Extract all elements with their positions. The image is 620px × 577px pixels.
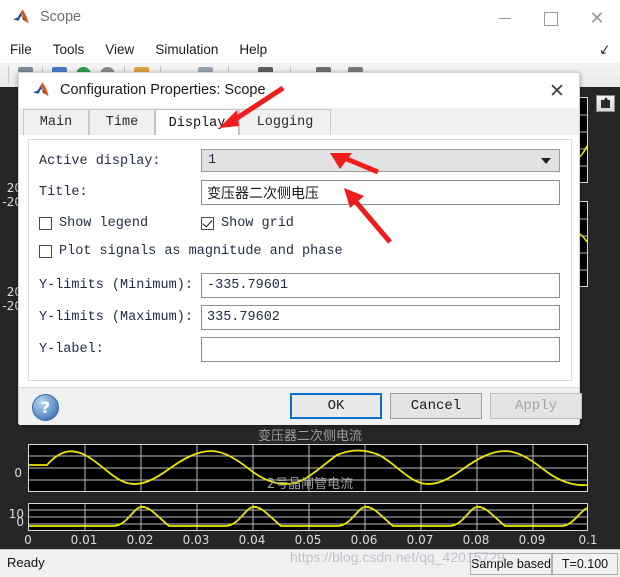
plot-magnitude-checkbox-row[interactable]: Plot signals as magnitude and phase bbox=[39, 244, 343, 259]
scope-panel-4-axes[interactable] bbox=[28, 503, 588, 531]
scope-panel-4-ytick-zero: 0 bbox=[16, 515, 24, 529]
window-title-group: Scope bbox=[12, 8, 81, 27]
show-grid-checkbox-row[interactable]: Show grid bbox=[201, 216, 294, 231]
menubar: File Tools View Simulation Help ↘ bbox=[0, 37, 620, 63]
dialog-footer: ? OK Cancel Apply bbox=[19, 387, 582, 425]
active-display-label: Active display: bbox=[39, 154, 161, 169]
dialog-tabstrip: Main Time Display Logging bbox=[19, 108, 579, 136]
scope-xaxis-ticks: 0 0.01 0.02 0.03 0.04 0.05 0.06 0.07 0.0… bbox=[0, 533, 620, 549]
xtick-9: 0.09 bbox=[518, 533, 546, 547]
ylimit-max-input[interactable]: 335.79602 bbox=[201, 305, 560, 330]
watermark-text: https://blog.csdn.net/qq_42015729 bbox=[290, 549, 505, 565]
xtick-6: 0.06 bbox=[350, 533, 378, 547]
apply-button[interactable]: Apply bbox=[490, 393, 582, 419]
matlab-logo-icon bbox=[32, 81, 51, 100]
dialog-body: Active display: 1 Title: 变压器二次侧电压 Show l… bbox=[19, 135, 579, 387]
menu-simulation[interactable]: Simulation bbox=[154, 37, 219, 63]
ylabel-input[interactable] bbox=[201, 337, 560, 362]
xtick-7: 0.07 bbox=[406, 533, 434, 547]
display-settings-group: Active display: 1 Title: 变压器二次侧电压 Show l… bbox=[28, 139, 572, 381]
ylimit-max-label: Y-limits (Maximum): bbox=[39, 310, 193, 325]
window-title: Scope bbox=[40, 9, 82, 25]
active-display-dropdown[interactable]: 1 bbox=[201, 149, 560, 172]
title-label: Title: bbox=[39, 185, 88, 200]
xtick-5: 0.05 bbox=[294, 533, 322, 547]
show-legend-checkbox[interactable] bbox=[39, 217, 52, 230]
ylimit-min-value: -335.79601 bbox=[207, 278, 289, 293]
ylimit-min-input[interactable]: -335.79601 bbox=[201, 273, 560, 298]
ylimit-min-label: Y-limits (Minimum): bbox=[39, 278, 193, 293]
show-legend-checkbox-row[interactable]: Show legend bbox=[39, 216, 148, 231]
maximize-axes-icon[interactable] bbox=[596, 95, 615, 112]
undock-arrow-icon[interactable]: ↘ bbox=[598, 40, 613, 59]
show-legend-label: Show legend bbox=[59, 216, 149, 231]
cancel-button[interactable]: Cancel bbox=[390, 393, 482, 419]
menu-file[interactable]: File bbox=[9, 37, 33, 63]
dialog-close-icon[interactable]: ✕ bbox=[545, 80, 569, 102]
help-icon[interactable]: ? bbox=[32, 394, 59, 421]
show-grid-label: Show grid bbox=[221, 216, 294, 231]
plot-magnitude-checkbox[interactable] bbox=[39, 245, 52, 258]
xtick-2: 0.02 bbox=[126, 533, 154, 547]
minimize-button[interactable] bbox=[482, 0, 528, 37]
close-button[interactable]: ✕ bbox=[574, 0, 620, 37]
ok-button[interactable]: OK bbox=[290, 393, 382, 419]
tab-time[interactable]: Time bbox=[89, 109, 155, 135]
maximize-button[interactable] bbox=[528, 0, 574, 37]
active-display-value: 1 bbox=[208, 153, 217, 168]
tab-main[interactable]: Main bbox=[23, 109, 89, 135]
tab-display[interactable]: Display bbox=[155, 109, 239, 136]
dialog-titlebar: Configuration Properties: Scope ✕ bbox=[19, 73, 579, 108]
xtick-10: 0.1 bbox=[578, 533, 598, 547]
window-controls: ✕ bbox=[482, 0, 620, 37]
ylimit-max-value: 335.79602 bbox=[207, 310, 280, 325]
menu-list: File Tools View Simulation Help bbox=[9, 37, 268, 63]
xtick-4: 0.04 bbox=[238, 533, 266, 547]
scope-panel-4-title: 2号晶闸管电流 bbox=[266, 477, 354, 492]
matlab-logo-icon bbox=[12, 8, 31, 27]
dialog-title: Configuration Properties: Scope bbox=[60, 82, 266, 98]
plot-magnitude-label: Plot signals as magnitude and phase bbox=[59, 244, 343, 259]
xtick-1: 0.01 bbox=[70, 533, 98, 547]
ylabel-label: Y-label: bbox=[39, 342, 104, 357]
window-titlebar: Scope ✕ bbox=[0, 0, 620, 37]
title-input-value: 变压器二次侧电压 bbox=[207, 185, 319, 202]
chevron-down-icon bbox=[541, 157, 551, 164]
scope-window: Scope ✕ File Tools View Simulation Help … bbox=[0, 0, 620, 577]
xtick-3: 0.03 bbox=[182, 533, 210, 547]
menu-tools[interactable]: Tools bbox=[52, 37, 86, 63]
status-text: Ready bbox=[7, 555, 45, 570]
menu-help[interactable]: Help bbox=[238, 37, 268, 63]
dialog-title-group: Configuration Properties: Scope bbox=[32, 81, 266, 100]
title-input[interactable]: 变压器二次侧电压 bbox=[201, 180, 560, 205]
tab-logging[interactable]: Logging bbox=[239, 109, 331, 135]
xtick-0: 0 bbox=[24, 533, 32, 547]
show-grid-checkbox[interactable] bbox=[201, 217, 214, 230]
xtick-8: 0.08 bbox=[462, 533, 490, 547]
menu-view[interactable]: View bbox=[104, 37, 135, 63]
configuration-properties-dialog: Configuration Properties: Scope ✕ Main T… bbox=[18, 72, 582, 425]
